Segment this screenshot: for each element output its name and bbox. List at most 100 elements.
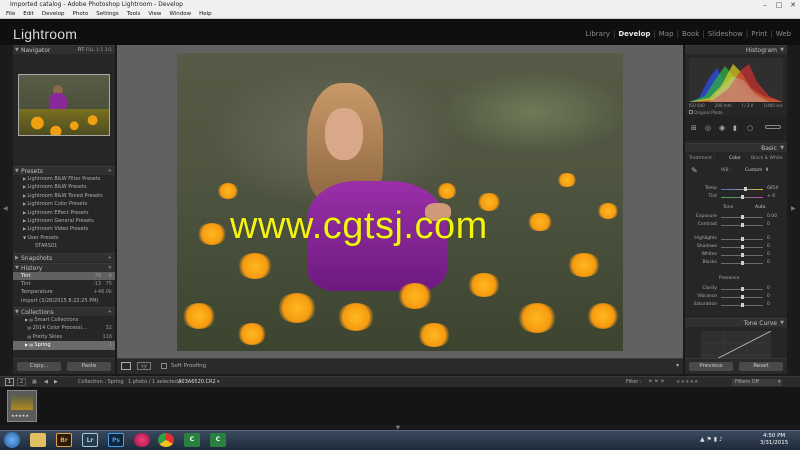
wb-select[interactable]: Custom: [745, 168, 762, 173]
module-map[interactable]: Map: [656, 30, 677, 38]
preset-folder[interactable]: ▶ Lightroom Effect Presets: [13, 209, 115, 217]
navigator-preview[interactable]: [18, 74, 110, 136]
filmstrip-thumbnail[interactable]: ★★★★★: [7, 390, 37, 422]
slider-blacks[interactable]: Blacks 0: [685, 260, 787, 267]
page-1-button[interactable]: 1: [5, 378, 14, 386]
menu-settings[interactable]: Settings: [92, 10, 123, 18]
bridge-icon[interactable]: Br: [56, 433, 72, 447]
slider-exposure[interactable]: Exposure 0.00: [685, 214, 787, 221]
slider-track[interactable]: [721, 303, 763, 307]
slider-knob[interactable]: [740, 237, 744, 241]
collection-item[interactable]: ▶ ▤ Smart Collections: [13, 316, 115, 324]
slider-value[interactable]: 0: [767, 252, 770, 257]
filter-select[interactable]: Filters Off: [732, 379, 782, 386]
slider-track[interactable]: [721, 187, 763, 191]
photoshop-icon[interactable]: Ps: [108, 433, 124, 447]
presets-header[interactable]: ▼ Presets +: [13, 166, 115, 175]
collapse-right-icon[interactable]: ▶: [791, 205, 796, 212]
camtasia-icon[interactable]: C: [184, 433, 200, 447]
slider-track[interactable]: [721, 237, 763, 241]
preset-folder[interactable]: ▶ Lightroom General Presets: [13, 217, 115, 225]
itunes-icon[interactable]: [134, 433, 150, 447]
copy-button[interactable]: Copy...: [17, 362, 61, 371]
reset-button[interactable]: Reset: [739, 362, 783, 371]
slider-track[interactable]: [721, 215, 763, 219]
close-icon[interactable]: ✕: [786, 0, 800, 10]
slider-value[interactable]: 0: [767, 294, 770, 299]
page-2-button[interactable]: 2: [17, 378, 26, 386]
slider-track[interactable]: [721, 295, 763, 299]
collection-item-selected[interactable]: ▶ ▤ Spring 1: [13, 341, 115, 350]
zoom-fit[interactable]: FIT: [78, 48, 85, 53]
wb-dropdown-icon[interactable]: ⬍: [765, 167, 769, 173]
preset-folder[interactable]: ▼ User Presets: [13, 234, 115, 242]
soft-proofing-checkbox[interactable]: [161, 363, 167, 369]
slider-knob[interactable]: [740, 303, 744, 307]
paste-button[interactable]: Paste: [67, 362, 111, 371]
toolbar-menu-icon[interactable]: ▾: [676, 362, 679, 369]
module-develop[interactable]: Develop: [615, 30, 653, 38]
menu-photo[interactable]: Photo: [69, 10, 93, 18]
slider-value[interactable]: 0: [767, 260, 770, 265]
histogram-header[interactable]: Histogram ▼: [685, 45, 787, 54]
loupe-view-icon[interactable]: [121, 362, 131, 370]
slider-value[interactable]: 0: [767, 244, 770, 249]
spot-removal-icon[interactable]: ◎: [705, 124, 711, 132]
slider-knob[interactable]: [740, 253, 744, 257]
slider-value[interactable]: 6850: [767, 186, 778, 191]
slider-knob[interactable]: [741, 195, 745, 199]
slider-vibrance[interactable]: Vibrance 0: [685, 294, 787, 301]
zoom-3-1[interactable]: 3:1: [105, 48, 112, 53]
slider-whites[interactable]: Whites 0: [685, 252, 787, 259]
chrome-icon[interactable]: [158, 433, 174, 447]
slider-knob[interactable]: [740, 287, 744, 291]
original-photo-checkbox[interactable]: [689, 110, 693, 114]
slider-track[interactable]: [721, 223, 763, 227]
module-book[interactable]: Book: [679, 30, 702, 38]
slider-clarity[interactable]: Clarity 0: [685, 286, 787, 293]
slider-knob[interactable]: [743, 187, 747, 191]
menu-develop[interactable]: Develop: [38, 10, 69, 18]
preset-folder[interactable]: ▶ Lightroom Color Presets: [13, 200, 115, 208]
basic-header[interactable]: Basic ▼: [685, 143, 787, 152]
preset-folder[interactable]: ▶ Lightroom Video Presets: [13, 225, 115, 233]
slider-saturation[interactable]: Saturation 0: [685, 302, 787, 309]
slider-value[interactable]: 0: [767, 236, 770, 241]
history-header[interactable]: ▼ History ✕: [13, 262, 115, 272]
preset-folder[interactable]: ▶ Lightroom B&W Toned Presets: [13, 192, 115, 200]
maximize-icon[interactable]: □: [772, 0, 786, 10]
before-after-icon[interactable]: Y|Y: [137, 362, 151, 370]
minimize-icon[interactable]: –: [758, 0, 772, 10]
radial-filter-icon[interactable]: ○: [747, 124, 753, 132]
preset-folder[interactable]: ▶ Lightroom B&W Filter Presets: [13, 175, 115, 183]
slider-knob[interactable]: [740, 215, 744, 219]
add-snapshot-icon[interactable]: +: [108, 254, 112, 263]
tone-curve-header[interactable]: Tone Curve ▼: [685, 318, 787, 327]
camtasia-recorder-icon[interactable]: C: [210, 433, 226, 447]
menu-file[interactable]: File: [2, 10, 19, 18]
preset-folder[interactable]: ▶ Lightroom B&W Presets: [13, 183, 115, 191]
module-web[interactable]: Web: [773, 30, 794, 38]
collection-item[interactable]: ▤ Pretty Skies 116: [13, 333, 115, 341]
clock[interactable]: 4:50 PM 3/31/2015: [760, 433, 788, 447]
lightroom-icon[interactable]: Lr: [82, 433, 98, 447]
module-slideshow[interactable]: Slideshow: [705, 30, 746, 38]
menu-view[interactable]: View: [144, 10, 165, 18]
slider-temp[interactable]: Temp 6850: [685, 186, 787, 193]
explorer-icon[interactable]: [30, 433, 46, 447]
treatment-bw[interactable]: Black & White: [751, 156, 783, 161]
auto-tone-button[interactable]: Auto: [755, 205, 765, 210]
module-library[interactable]: Library: [583, 30, 613, 38]
menu-help[interactable]: Help: [195, 10, 216, 18]
collections-header[interactable]: ▼ Collections +: [13, 307, 115, 317]
slider-track[interactable]: [721, 245, 763, 249]
slider-knob[interactable]: [740, 261, 744, 265]
zoom-fill[interactable]: FILL: [86, 48, 95, 53]
graduated-filter-icon[interactable]: ▮: [733, 124, 737, 132]
slider-knob[interactable]: [740, 295, 744, 299]
slider-track[interactable]: [721, 253, 763, 257]
slider-knob[interactable]: [740, 223, 744, 227]
history-item[interactable]: Tint -13 75: [13, 280, 115, 288]
module-print[interactable]: Print: [748, 30, 770, 38]
history-item[interactable]: Temperature +4 6.0k: [13, 288, 115, 296]
